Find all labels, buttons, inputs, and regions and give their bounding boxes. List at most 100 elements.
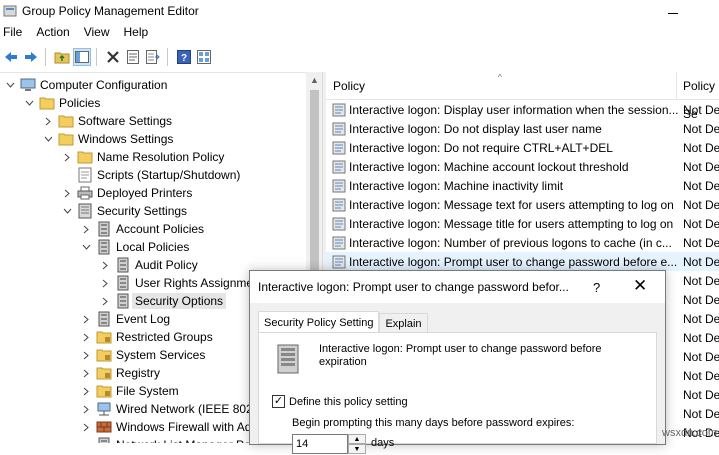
policy-item-icon [332, 217, 346, 230]
up-folder-icon[interactable] [53, 48, 71, 66]
policy-name: Interactive logon: Do not require CTRL+A… [349, 140, 613, 155]
menu-file[interactable]: File [0, 25, 29, 39]
column-header-policy[interactable]: Policy [326, 79, 675, 93]
policy-name: Interactive logon: Machine inactivity li… [349, 178, 564, 193]
table-row[interactable]: Interactive logon: Message title for use… [326, 214, 719, 233]
chevron-right-icon[interactable] [42, 112, 54, 130]
tree-item[interactable]: File System [80, 382, 179, 400]
tree-item[interactable]: Restricted Groups [80, 328, 213, 346]
tree-item[interactable]: Security Settings [61, 202, 187, 220]
tab-security-policy-setting[interactable]: Security Policy Setting [258, 311, 380, 333]
tree-item[interactable]: User Rights Assignme [99, 274, 253, 292]
table-row[interactable]: Interactive logon: Do not require CTRL+A… [326, 138, 719, 157]
policy-setting-value: Not De [683, 102, 719, 117]
tree-item[interactable]: Registry [80, 364, 160, 382]
menu-view[interactable]: View [81, 25, 117, 39]
table-row[interactable]: Interactive logon: Number of previous lo… [326, 233, 719, 252]
define-policy-row[interactable]: ✓ Define this policy setting [272, 395, 408, 408]
tree-item[interactable]: Local Policies [80, 238, 189, 256]
tree-item-label: User Rights Assignme [135, 276, 254, 290]
policy-setting-value: Not De [683, 140, 719, 155]
scroll-up-icon[interactable]: ▲ [310, 75, 319, 85]
prompt-days-label: Begin prompting this many days before pa… [292, 417, 575, 429]
tree-item[interactable]: Account Policies [80, 220, 204, 238]
chevron-down-icon[interactable] [4, 76, 16, 94]
tree-item[interactable]: Computer Configuration [4, 76, 167, 94]
tree-item-label: Policies [59, 96, 101, 110]
chevron-right-icon[interactable] [99, 292, 111, 310]
policy-icon [96, 437, 112, 443]
menu-help[interactable]: Help [121, 25, 156, 39]
tree-item-label: Network List Manager Po [116, 438, 251, 443]
tree-item-label: Account Policies [116, 222, 205, 236]
show-hide-tree-icon[interactable] [73, 48, 91, 66]
chevron-right-icon[interactable] [80, 346, 92, 364]
tree-item-label: Name Resolution Policy [97, 150, 225, 164]
chevron-right-icon[interactable] [61, 184, 73, 202]
days-input[interactable] [292, 434, 348, 454]
table-row[interactable]: Interactive logon: Machine account locko… [326, 157, 719, 176]
tree-item[interactable]: Wired Network (IEEE 802.3 [80, 400, 263, 418]
chevron-right-icon[interactable] [80, 418, 92, 436]
tree-item[interactable]: Windows Settings [42, 130, 173, 148]
chevron-right-icon[interactable] [80, 364, 92, 382]
policy-setting-value: Not De [683, 330, 719, 345]
properties-icon[interactable] [124, 48, 142, 66]
chevron-down-icon[interactable] [80, 238, 92, 256]
column-header-policy-setting[interactable]: Policy Se [676, 72, 719, 121]
tree-item[interactable]: Network List Manager Po [80, 436, 251, 443]
table-row[interactable]: Interactive logon: Prompt user to change… [326, 252, 719, 271]
tab-explain[interactable]: Explain [379, 313, 428, 333]
chevron-right-icon[interactable] [80, 400, 92, 418]
chevron-right-icon[interactable] [80, 220, 92, 238]
tree-item-label: Wired Network (IEEE 802.3 [116, 402, 263, 416]
dialog-title: Interactive logon: Prompt user to change… [258, 280, 569, 294]
tree-item[interactable]: Policies [23, 94, 100, 112]
tree-item[interactable]: Security Options [99, 292, 227, 310]
menu-action[interactable]: Action [33, 25, 76, 39]
table-row[interactable]: Interactive logon: Machine inactivity li… [326, 176, 719, 195]
policy-name: Interactive logon: Display user informat… [349, 102, 679, 117]
tree-item-label: Software Settings [78, 114, 173, 128]
delete-icon[interactable] [104, 48, 122, 66]
computer-icon [20, 77, 36, 93]
back-arrow-icon[interactable] [2, 48, 20, 66]
dialog-help-button[interactable]: ? [593, 280, 600, 295]
dialog-close-button[interactable]: ✕ [633, 276, 647, 296]
tree-item[interactable]: Scripts (Startup/Shutdown) [61, 166, 240, 184]
chevron-right-icon[interactable] [61, 148, 73, 166]
tree-item[interactable]: Deployed Printers [61, 184, 192, 202]
chevron-right-icon[interactable] [80, 310, 92, 328]
spin-down-icon[interactable]: ▼ [348, 444, 366, 454]
days-stepper[interactable]: ▲ ▼ [292, 434, 366, 454]
define-policy-checkbox[interactable]: ✓ [272, 395, 285, 408]
chevron-right-icon[interactable] [99, 274, 111, 292]
tree-item[interactable]: Software Settings [42, 112, 172, 130]
tree-item[interactable]: Windows Firewall with Ad [80, 418, 251, 436]
policy-setting-value: Not De [683, 159, 719, 174]
tree-item[interactable]: Audit Policy [99, 256, 198, 274]
policy-item-icon [332, 179, 346, 192]
chevron-right-icon[interactable] [99, 256, 111, 274]
chevron-down-icon[interactable] [23, 94, 35, 112]
lock-folder-icon [96, 347, 112, 363]
table-row[interactable]: Interactive logon: Message text for user… [326, 195, 719, 214]
firewall-icon [96, 419, 112, 435]
policy-setting-value: Not De [683, 311, 719, 326]
forward-arrow-icon[interactable] [22, 48, 40, 66]
tree-item[interactable]: System Services [80, 346, 205, 364]
tree-item[interactable]: Name Resolution Policy [61, 148, 224, 166]
export-list-icon[interactable] [144, 48, 162, 66]
chevron-down-icon[interactable] [42, 130, 54, 148]
tree-item[interactable]: Event Log [80, 310, 170, 328]
policy-icon [115, 275, 131, 291]
view-icon[interactable] [195, 48, 213, 66]
chevron-right-icon[interactable] [80, 382, 92, 400]
help-icon[interactable]: ? [175, 48, 193, 66]
minimize-button[interactable] [648, 0, 698, 22]
chevron-right-icon[interactable] [80, 328, 92, 346]
chevron-down-icon[interactable] [61, 202, 73, 220]
watermark: wsxdn.com [662, 427, 718, 439]
table-row[interactable]: Interactive logon: Display user informat… [326, 100, 719, 119]
table-row[interactable]: Interactive logon: Do not display last u… [326, 119, 719, 138]
